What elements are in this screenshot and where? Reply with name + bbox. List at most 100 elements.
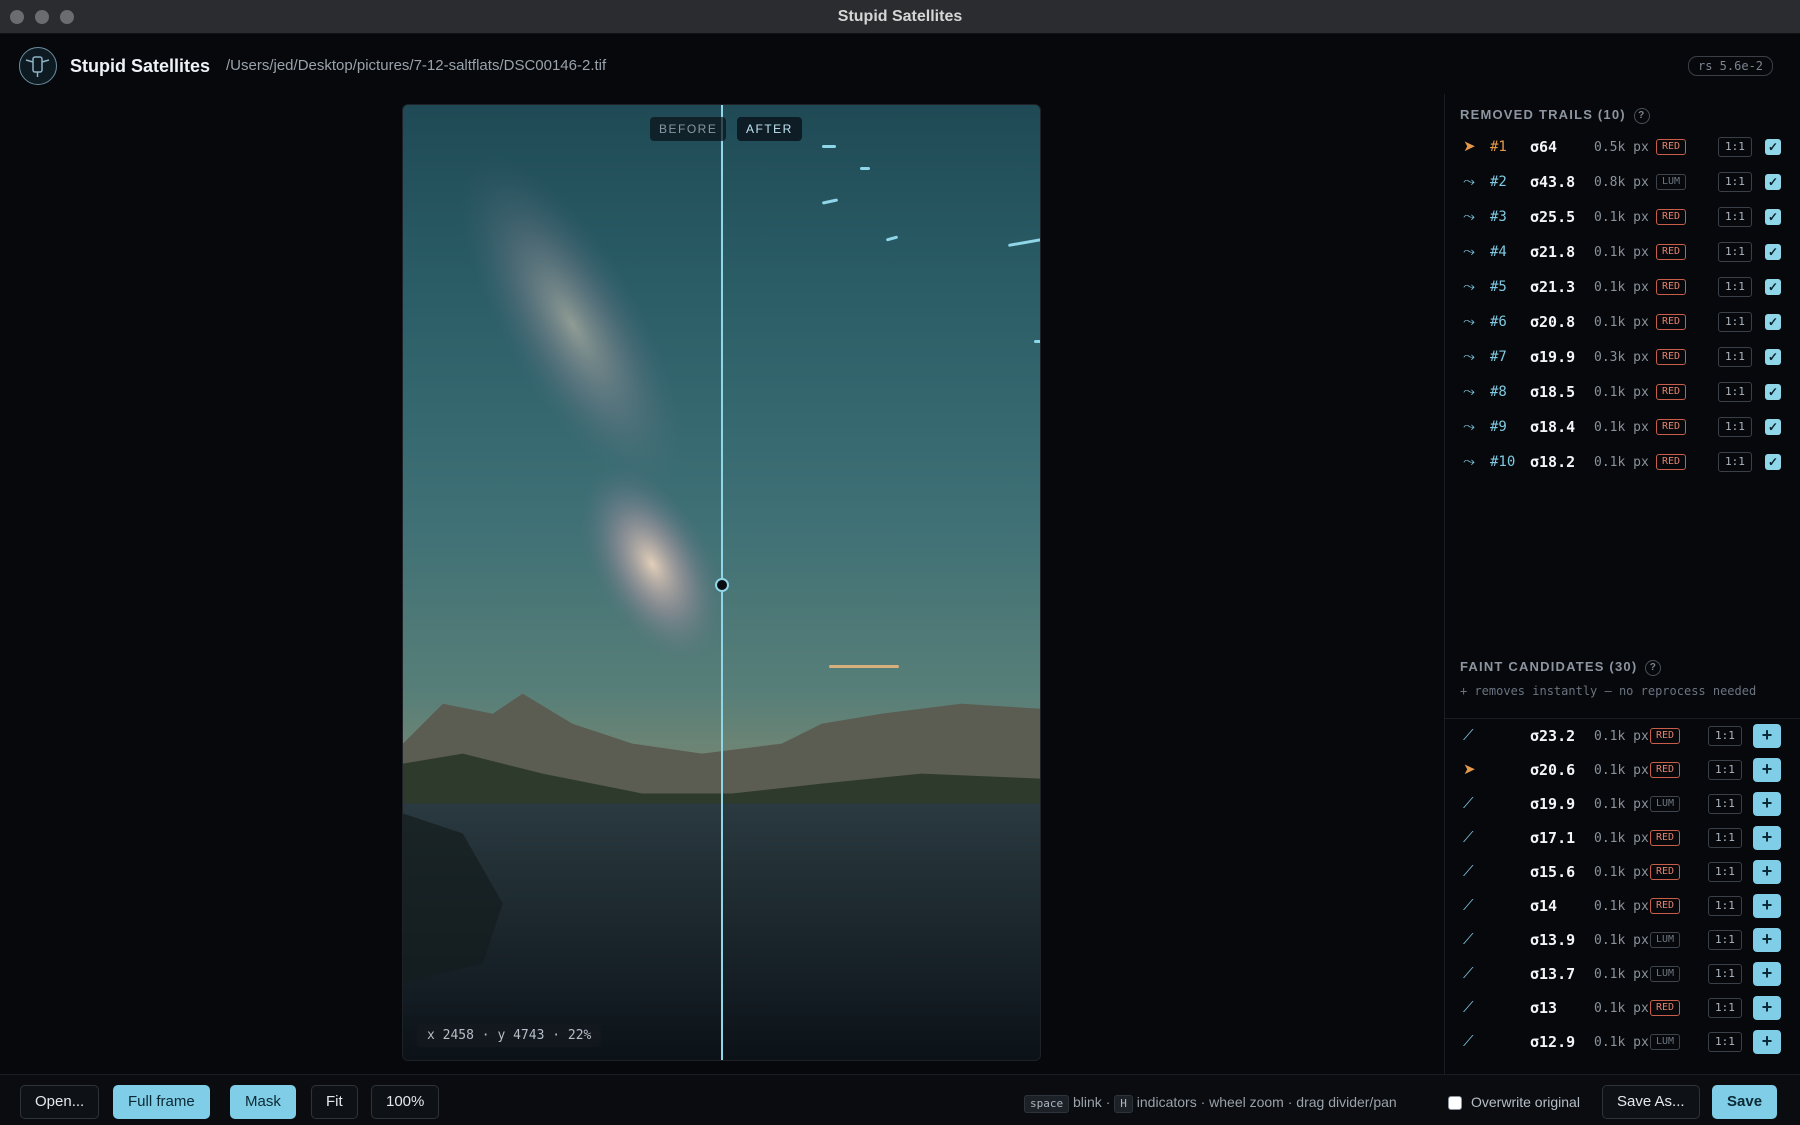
faint-candidate-row[interactable]: ⟋ σ17.1 0.1k px RED 1:1 +	[1445, 823, 1800, 853]
add-trail-button[interactable]: +	[1753, 724, 1781, 748]
zoom-1-1-button[interactable]: 1:1	[1708, 896, 1742, 916]
channel-tag: RED	[1656, 454, 1687, 470]
zoom-1-1-button[interactable]: 1:1	[1708, 726, 1742, 746]
add-trail-button[interactable]: +	[1753, 792, 1781, 816]
overwrite-original-label[interactable]: Overwrite original	[1471, 1094, 1580, 1110]
fit-button[interactable]: Fit	[311, 1085, 358, 1119]
faint-candidate-row[interactable]: ⟋ σ14 0.1k px RED 1:1 +	[1445, 891, 1800, 921]
removed-trail-row[interactable]: ⤳ #8 σ18.5 0.1k px RED 1:1 ✓	[1445, 377, 1800, 407]
trail-number: #5	[1490, 279, 1507, 295]
zoom-1-1-button[interactable]: 1:1	[1708, 964, 1742, 984]
faint-candidate-row[interactable]: ⟋ σ19.9 0.1k px LUM 1:1 +	[1445, 789, 1800, 819]
removed-trail-row[interactable]: ⤳ #2 σ43.8 0.8k px LUM 1:1 ✓	[1445, 167, 1800, 197]
add-trail-button[interactable]: +	[1753, 860, 1781, 884]
removed-trail-row[interactable]: ⤳ #5 σ21.3 0.1k px RED 1:1 ✓	[1445, 272, 1800, 302]
image-viewer[interactable]: BEFORE AFTER x 2458 · y 4743 · 22%	[402, 104, 1041, 1061]
zoom-1-1-button[interactable]: 1:1	[1718, 137, 1752, 157]
faint-candidate-row[interactable]: ⟋ σ12.9 0.1k px LUM 1:1 +	[1445, 1027, 1800, 1057]
checkbox-checked-icon[interactable]: ✓	[1765, 314, 1781, 330]
before-label[interactable]: BEFORE	[650, 117, 727, 141]
zoom-1-1-button[interactable]: 1:1	[1718, 417, 1752, 437]
sigma-value: σ25.5	[1530, 208, 1576, 226]
help-icon[interactable]: ?	[1645, 660, 1662, 676]
sigma-value: σ23.2	[1530, 727, 1576, 745]
removed-trail-row[interactable]: ⤳ #6 σ20.8 0.1k px RED 1:1 ✓	[1445, 307, 1800, 337]
zoom-1-1-button[interactable]: 1:1	[1718, 452, 1752, 472]
checkbox-checked-icon[interactable]: ✓	[1765, 209, 1781, 225]
checkbox-checked-icon[interactable]: ✓	[1765, 139, 1781, 155]
sigma-value: σ13	[1530, 999, 1558, 1017]
mask-button[interactable]: Mask	[230, 1085, 296, 1119]
selected-trail-indicator[interactable]	[829, 665, 899, 668]
zoom-1-1-button[interactable]: 1:1	[1718, 277, 1752, 297]
channel-tag: RED	[1656, 349, 1687, 365]
add-trail-button[interactable]: +	[1753, 928, 1781, 952]
window-title: Stupid Satellites	[837, 8, 963, 25]
save-button[interactable]: Save	[1712, 1085, 1778, 1119]
faint-candidate-row[interactable]: ➤ σ20.6 0.1k px RED 1:1 +	[1445, 755, 1800, 785]
pixel-count: 0.8k px	[1594, 175, 1649, 190]
sigma-value: σ15.6	[1530, 863, 1576, 881]
checkbox-checked-icon[interactable]: ✓	[1765, 349, 1781, 365]
checkbox-checked-icon[interactable]: ✓	[1765, 419, 1781, 435]
removed-trail-row[interactable]: ⤳ #10 σ18.2 0.1k px RED 1:1 ✓	[1445, 447, 1800, 477]
zoom-1-1-button[interactable]: 1:1	[1718, 172, 1752, 192]
zoom-1-1-button[interactable]: 1:1	[1718, 242, 1752, 262]
checkbox-checked-icon[interactable]: ✓	[1765, 384, 1781, 400]
zoom-1-1-button[interactable]: 1:1	[1718, 207, 1752, 227]
zoom-1-1-button[interactable]: 1:1	[1708, 760, 1742, 780]
checkbox-checked-icon[interactable]: ✓	[1765, 454, 1781, 470]
faint-candidate-row[interactable]: ⟋ σ13 0.1k px RED 1:1 +	[1445, 993, 1800, 1023]
help-icon[interactable]: ?	[1633, 108, 1650, 124]
zoom-1-1-button[interactable]: 1:1	[1718, 382, 1752, 402]
checkbox-checked-icon[interactable]: ✓	[1765, 279, 1781, 295]
removed-trail-row[interactable]: ⤳ #3 σ25.5 0.1k px RED 1:1 ✓	[1445, 202, 1800, 232]
removed-trail-row[interactable]: ➤ #1 σ64 0.5k px RED 1:1 ✓	[1445, 132, 1800, 162]
zoom-1-1-button[interactable]: 1:1	[1718, 312, 1752, 332]
removed-trail-row[interactable]: ⤳ #7 σ19.9 0.3k px RED 1:1 ✓	[1445, 342, 1800, 372]
zoom-1-1-button[interactable]: 1:1	[1708, 998, 1742, 1018]
zoom-1-1-button[interactable]: 1:1	[1708, 862, 1742, 882]
add-trail-button[interactable]: +	[1753, 894, 1781, 918]
faint-candidate-row[interactable]: ⟋ σ23.2 0.1k px RED 1:1 +	[1445, 721, 1800, 751]
add-trail-button[interactable]: +	[1753, 962, 1781, 986]
add-trail-button[interactable]: +	[1753, 996, 1781, 1020]
channel-tag: RED	[1656, 209, 1687, 225]
trail-number: #9	[1490, 419, 1507, 435]
trail-indicator[interactable]	[822, 145, 836, 148]
trail-indicator[interactable]	[860, 167, 870, 170]
zoom-1-1-button[interactable]: 1:1	[1708, 794, 1742, 814]
trail-path-icon: ⤳	[1463, 208, 1476, 225]
overwrite-original-checkbox[interactable]	[1448, 1096, 1462, 1110]
channel-tag: RED	[1656, 384, 1687, 400]
full-frame-button[interactable]: Full frame	[113, 1085, 210, 1119]
checkbox-checked-icon[interactable]: ✓	[1765, 244, 1781, 260]
space-key: space	[1024, 1095, 1070, 1113]
streak-icon: ⟋	[1463, 897, 1474, 914]
pixel-count: 0.1k px	[1594, 797, 1649, 812]
trail-indicator[interactable]	[1034, 340, 1040, 343]
zoom-1-1-button[interactable]: 1:1	[1718, 347, 1752, 367]
faint-candidate-row[interactable]: ⟋ σ13.9 0.1k px LUM 1:1 +	[1445, 925, 1800, 955]
divider-handle[interactable]	[715, 578, 729, 592]
after-label[interactable]: AFTER	[737, 117, 802, 141]
removed-trail-row[interactable]: ⤳ #4 σ21.8 0.1k px RED 1:1 ✓	[1445, 237, 1800, 267]
zoom-100-button[interactable]: 100%	[371, 1085, 440, 1119]
faint-candidate-row[interactable]: ⟋ σ15.6 0.1k px RED 1:1 +	[1445, 857, 1800, 887]
add-trail-button[interactable]: +	[1753, 758, 1781, 782]
pixel-count: 0.1k px	[1594, 315, 1649, 330]
save-as-button[interactable]: Save As...	[1602, 1085, 1700, 1119]
zoom-1-1-button[interactable]: 1:1	[1708, 1032, 1742, 1052]
zoom-1-1-button[interactable]: 1:1	[1708, 930, 1742, 950]
removed-trail-row[interactable]: ⤳ #9 σ18.4 0.1k px RED 1:1 ✓	[1445, 412, 1800, 442]
faint-candidate-row[interactable]: ⟋ σ13.7 0.1k px LUM 1:1 +	[1445, 959, 1800, 989]
add-trail-button[interactable]: +	[1753, 826, 1781, 850]
checkbox-checked-icon[interactable]: ✓	[1765, 174, 1781, 190]
h-key: H	[1114, 1095, 1133, 1113]
zoom-1-1-button[interactable]: 1:1	[1708, 828, 1742, 848]
sigma-value: σ14	[1530, 897, 1558, 915]
pixel-count: 0.1k px	[1594, 865, 1649, 880]
add-trail-button[interactable]: +	[1753, 1030, 1781, 1054]
open-button[interactable]: Open...	[20, 1085, 100, 1119]
channel-tag: RED	[1650, 1000, 1681, 1016]
